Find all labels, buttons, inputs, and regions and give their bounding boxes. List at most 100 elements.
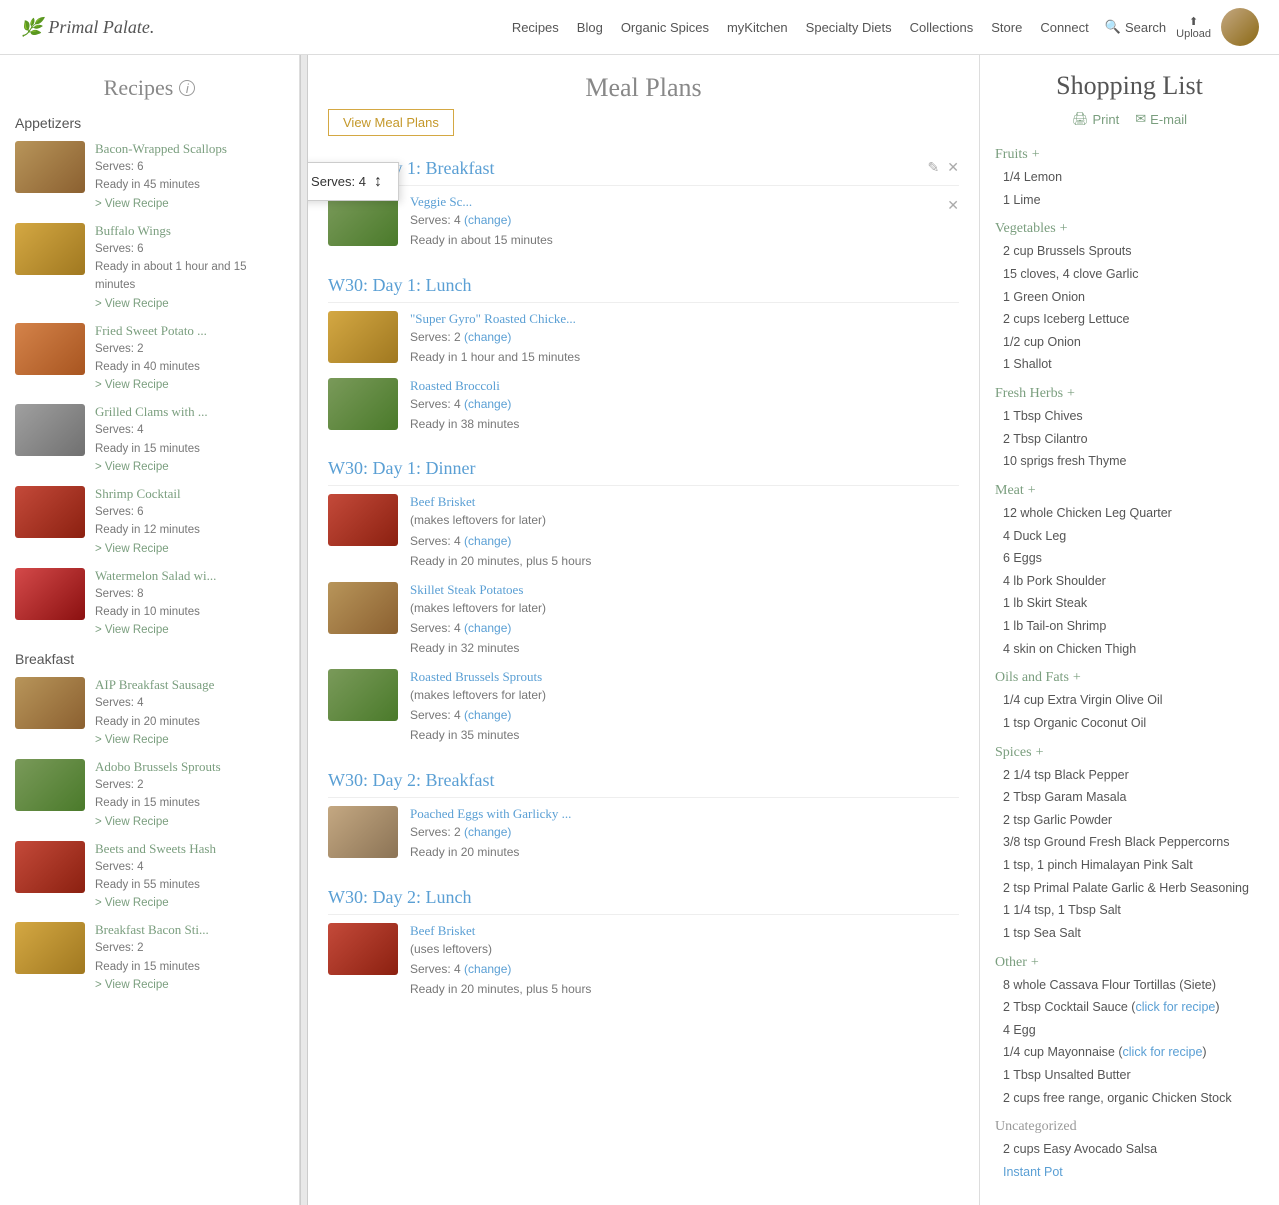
view-recipe-link[interactable]: > View Recipe xyxy=(95,543,169,555)
recipe-title[interactable]: AIP Breakfast Sausage xyxy=(95,677,214,692)
site-logo[interactable]: 🌿 Primal Palate. xyxy=(20,17,154,38)
recipe-title[interactable]: Watermelon Salad wi... xyxy=(95,568,216,583)
shopping-item: 10 sprigs fresh Thyme xyxy=(995,450,1264,473)
email-button[interactable]: ✉ E-mail xyxy=(1135,111,1187,127)
recipe-title[interactable]: Beets and Sweets Hash xyxy=(95,841,216,856)
day-title: W30: Day 2: Breakfast xyxy=(328,770,494,791)
change-serves-link[interactable]: (change) xyxy=(464,621,511,635)
recipe-title[interactable]: Fried Sweet Potato ... xyxy=(95,323,207,338)
shopping-item: 2 tsp Garlic Powder xyxy=(995,809,1264,832)
logo-text: Primal Palate. xyxy=(48,17,154,38)
add-item-icon[interactable]: + xyxy=(1032,147,1040,163)
recipe-title[interactable]: Breakfast Bacon Sti... xyxy=(95,922,209,937)
shopping-category-fresh-herbs: Fresh Herbs + xyxy=(995,386,1264,402)
change-serves-link[interactable]: (change) xyxy=(464,330,511,344)
shopping-item: 1/2 cup Onion xyxy=(995,331,1264,354)
shopping-item: 2 Tbsp Garam Masala xyxy=(995,786,1264,809)
view-recipe-link[interactable]: > View Recipe xyxy=(95,198,169,210)
nav-recipes[interactable]: Recipes xyxy=(512,20,559,35)
meal-info: Beef Brisket (uses leftovers) Serves: 4 … xyxy=(410,923,959,1000)
change-serves-link[interactable]: (change) xyxy=(464,962,511,976)
change-serves-link[interactable]: (change) xyxy=(464,534,511,548)
meal-info: Veggie Sc... Serves: 4 (change) Ready in… xyxy=(410,194,935,251)
instant-pot-link[interactable]: Instant Pot xyxy=(1003,1165,1063,1179)
day-header: W30: Day 1: Dinner xyxy=(328,450,959,486)
list-item: Adobo Brussels Sprouts Serves: 2 Ready i… xyxy=(0,753,299,835)
category-name: Uncategorized xyxy=(995,1119,1077,1135)
meal-ready: Ready in 35 minutes xyxy=(410,725,959,745)
shopping-list-title: Shopping List xyxy=(995,65,1264,107)
list-item: Buffalo Wings Serves: 6 Ready in about 1… xyxy=(0,217,299,317)
print-button[interactable]: 🖨 Print xyxy=(1072,111,1119,127)
meal-ready: Ready in 20 minutes, plus 5 hours xyxy=(410,979,959,999)
search-button[interactable]: 🔍 Search xyxy=(1105,19,1166,35)
recipe-title[interactable]: Grilled Clams with ... xyxy=(95,404,208,419)
recipe-ready: Ready in 10 minutes xyxy=(95,603,284,621)
nav-blog[interactable]: Blog xyxy=(577,20,603,35)
day-section-2-lunch: W30: Day 2: Lunch Beef Brisket (uses lef… xyxy=(328,879,959,1000)
view-recipe-link[interactable]: > View Recipe xyxy=(95,816,169,828)
view-meal-plans-button[interactable]: View Meal Plans xyxy=(328,109,454,136)
add-item-icon[interactable]: + xyxy=(1036,745,1044,761)
recipe-thumbnail xyxy=(15,486,85,538)
shopping-item: 1/4 cup Mayonnaise (click for recipe) xyxy=(995,1041,1264,1064)
user-avatar[interactable] xyxy=(1221,8,1259,46)
shopping-item: 1 tsp Organic Coconut Oil xyxy=(995,712,1264,735)
cocktail-sauce-link[interactable]: click for recipe xyxy=(1135,1000,1215,1014)
mayonnaise-link[interactable]: click for recipe xyxy=(1123,1045,1203,1059)
view-recipe-link[interactable]: > View Recipe xyxy=(95,298,169,310)
view-recipe-link[interactable]: > View Recipe xyxy=(95,461,169,473)
view-recipe-link[interactable]: > View Recipe xyxy=(95,897,169,909)
nav-collections[interactable]: Collections xyxy=(910,20,974,35)
add-item-icon[interactable]: + xyxy=(1067,386,1075,402)
category-name: Spices xyxy=(995,745,1032,761)
nav-store[interactable]: Store xyxy=(991,20,1022,35)
add-item-icon[interactable]: + xyxy=(1031,955,1039,971)
recipe-title[interactable]: Buffalo Wings xyxy=(95,223,171,238)
meal-title[interactable]: Poached Eggs with Garlicky ... xyxy=(410,806,571,821)
change-serves-link[interactable]: (change) xyxy=(464,213,511,227)
list-item: Fried Sweet Potato ... Serves: 2 Ready i… xyxy=(0,317,299,399)
edit-icon[interactable]: ✎ xyxy=(928,160,940,177)
meal-title[interactable]: Veggie Sc... xyxy=(410,194,472,209)
meal-info: Poached Eggs with Garlicky ... Serves: 2… xyxy=(410,806,959,863)
meal-item: Roasted Broccoli Serves: 4 (change) Read… xyxy=(328,378,959,435)
meal-title[interactable]: "Super Gyro" Roasted Chicke... xyxy=(410,311,576,326)
shopping-item: 2 Tbsp Cilantro xyxy=(995,428,1264,451)
meal-title[interactable]: Beef Brisket xyxy=(410,923,475,938)
remove-meal-icon[interactable]: ✕ xyxy=(947,198,959,215)
recipe-title[interactable]: Shrimp Cocktail xyxy=(95,486,181,501)
add-item-icon[interactable]: + xyxy=(1028,483,1036,499)
view-recipe-link[interactable]: > View Recipe xyxy=(95,624,169,636)
add-item-icon[interactable]: + xyxy=(1060,221,1068,237)
meal-title[interactable]: Roasted Broccoli xyxy=(410,378,500,393)
meal-ready: Ready in 20 minutes xyxy=(410,842,959,862)
recipe-serves: Serves: 6 xyxy=(95,158,284,176)
meal-title[interactable]: Roasted Brussels Sprouts xyxy=(410,669,542,684)
view-recipe-link[interactable]: > View Recipe xyxy=(95,979,169,991)
sidebar-header: Recipes i xyxy=(0,65,299,107)
change-serves-link[interactable]: (change) xyxy=(464,708,511,722)
close-icon[interactable]: ✕ xyxy=(947,160,959,177)
nav-organic-spices[interactable]: Organic Spices xyxy=(621,20,709,35)
add-item-icon[interactable]: + xyxy=(1073,670,1081,686)
view-recipe-link[interactable]: > View Recipe xyxy=(95,734,169,746)
recipe-thumbnail xyxy=(15,404,85,456)
recipe-title[interactable]: Bacon-Wrapped Scallops xyxy=(95,141,227,156)
recipe-title[interactable]: Adobo Brussels Sprouts xyxy=(95,759,221,774)
recipe-thumbnail xyxy=(15,759,85,811)
recipe-thumbnail xyxy=(15,141,85,193)
nav-mykitchen[interactable]: myKitchen xyxy=(727,20,788,35)
meal-title[interactable]: Beef Brisket xyxy=(410,494,475,509)
view-recipe-link[interactable]: > View Recipe xyxy=(95,379,169,391)
shopping-item: 1 lb Tail-on Shrimp xyxy=(995,615,1264,638)
nav-specialty-diets[interactable]: Specialty Diets xyxy=(806,20,892,35)
change-serves-link[interactable]: (change) xyxy=(464,397,511,411)
upload-button[interactable]: ⬆ Upload xyxy=(1176,15,1211,40)
meal-title[interactable]: Skillet Steak Potatoes xyxy=(410,582,523,597)
change-serves-link[interactable]: (change) xyxy=(464,825,511,839)
shopping-category-meat: Meat + xyxy=(995,483,1264,499)
info-icon[interactable]: i xyxy=(179,80,195,96)
shopping-category-other: Other + xyxy=(995,955,1264,971)
nav-connect[interactable]: Connect xyxy=(1040,20,1088,35)
